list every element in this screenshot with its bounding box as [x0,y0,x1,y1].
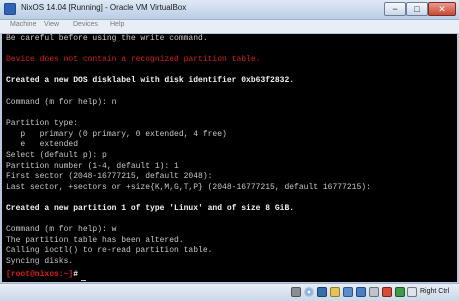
maximize-button[interactable]: □ [406,2,428,16]
usb-icon[interactable] [317,287,327,297]
terminal-line: Command (m for help): n [6,98,117,107]
mouse-integration-icon[interactable] [382,287,392,297]
network-icon[interactable] [343,287,353,297]
status-bar: Right Ctrl [0,283,459,301]
terminal-line: Partition type: [6,119,79,128]
host-key-label: Right Ctrl [420,288,450,295]
terminal-line: The partition table has been altered. [6,236,184,245]
virtualbox-window: NixOS 14.04 [Running] - Oracle VM Virtua… [0,0,459,301]
terminal-line: Partition number (1-4, default 1): 1 [6,162,179,171]
prompt-hash: # [73,270,79,279]
menu-view[interactable]: View [44,21,59,28]
terminal-line: Calling ioctl() to re-read partition tab… [6,246,213,255]
virtualbox-app-icon [4,3,16,15]
terminal-line: Select (default p): p [6,151,107,160]
display-icon[interactable] [356,287,366,297]
terminal-line: p primary (0 primary, 0 extended, 4 free… [6,130,227,139]
close-button[interactable]: ✕ [428,2,456,16]
text-cursor [81,279,87,281]
menu-machine[interactable]: Machine [10,21,36,28]
terminal-line: Created a new DOS disklabel with disk id… [6,76,295,85]
menu-help[interactable]: Help [110,21,124,28]
terminal-line: Created a new partition 1 of type 'Linux… [6,204,295,213]
optical-drive-icon[interactable] [304,287,314,297]
terminal-line: First sector (2048-16777215, default 204… [6,172,213,181]
terminal-line: Last sector, +sectors or +size{K,M,G,T,P… [6,183,371,192]
hard-disk-icon[interactable] [291,287,301,297]
minimize-button[interactable]: − [384,2,406,16]
window-title: NixOS 14.04 [Running] - Oracle VM Virtua… [21,3,187,12]
terminal-line: Command (m for help): w [6,225,117,234]
shared-folders-icon[interactable] [330,287,340,297]
terminal-line: Syncing disks. [6,257,74,266]
title-bar[interactable]: NixOS 14.04 [Running] - Oracle VM Virtua… [0,0,459,20]
terminal-line: Be careful before using the write comman… [6,34,208,43]
menu-bar: Machine View Devices Help [0,20,459,34]
vm-terminal-screen[interactable]: Be careful before using the write comman… [2,34,457,282]
prompt-user-host: [root@nixos:~] [6,270,74,279]
shell-prompt: [root@nixos:~]# [6,270,87,281]
terminal-line: e extended [6,140,79,149]
menu-devices[interactable]: Devices [73,21,98,28]
terminal-error-line: Device does not contain a recognized par… [6,55,261,64]
video-capture-icon[interactable] [369,287,379,297]
cpu-icon[interactable] [395,287,405,297]
keyboard-icon[interactable] [407,287,417,297]
